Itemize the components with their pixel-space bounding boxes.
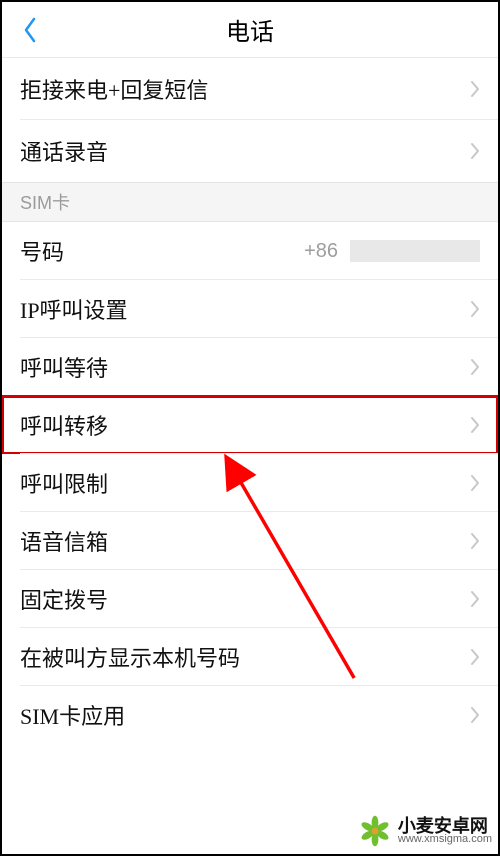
row-label: 呼叫限制: [20, 467, 108, 499]
chevron-left-icon: [22, 16, 38, 44]
chevron-right-icon: [470, 80, 480, 98]
row-label: 通话录音: [20, 135, 108, 167]
row-call-barring[interactable]: 呼叫限制: [2, 454, 498, 512]
chevron-right-icon: [470, 416, 480, 434]
row-call-forwarding[interactable]: 呼叫转移: [2, 396, 498, 454]
back-button[interactable]: [10, 2, 50, 58]
row-reject-reply-sms[interactable]: 拒接来电+回复短信: [2, 58, 498, 120]
row-label: 呼叫转移: [20, 409, 108, 441]
settings-list: 拒接来电+回复短信 通话录音 SIM卡 号码 +86 IP呼叫设置: [2, 58, 498, 854]
row-sim-applications[interactable]: SIM卡应用: [2, 686, 498, 744]
row-voicemail[interactable]: 语音信箱: [2, 512, 498, 570]
row-value-prefix: +86: [304, 240, 338, 263]
page-title: 电话: [226, 12, 274, 47]
row-call-waiting[interactable]: 呼叫等待: [2, 338, 498, 396]
row-label: SIM卡应用: [20, 699, 125, 731]
row-label: 在被叫方显示本机号码: [20, 641, 240, 673]
watermark: 小麦安卓网 www.xmsigma.com: [358, 814, 492, 848]
chevron-right-icon: [470, 590, 480, 608]
chevron-right-icon: [470, 706, 480, 724]
section-label: SIM卡: [20, 189, 70, 215]
chevron-right-icon: [470, 474, 480, 492]
row-label: 号码: [20, 235, 64, 267]
chevron-right-icon: [470, 358, 480, 376]
chevron-right-icon: [470, 142, 480, 160]
row-show-my-number[interactable]: 在被叫方显示本机号码: [2, 628, 498, 686]
row-label: 拒接来电+回复短信: [20, 73, 208, 105]
chevron-right-icon: [470, 300, 480, 318]
section-header-sim: SIM卡: [2, 182, 498, 222]
row-value-area: +86: [304, 240, 480, 263]
row-ip-call-settings[interactable]: IP呼叫设置: [2, 280, 498, 338]
row-label: 固定拨号: [20, 583, 108, 615]
chevron-right-icon: [470, 532, 480, 550]
row-fixed-dialing[interactable]: 固定拨号: [2, 570, 498, 628]
masked-number: [350, 240, 480, 262]
row-label: 语音信箱: [20, 525, 108, 557]
settings-screen: 电话 拒接来电+回复短信 通话录音 SIM卡 号码 +86 IP呼叫设置: [2, 2, 498, 854]
row-call-recording[interactable]: 通话录音: [2, 120, 498, 182]
row-label: IP呼叫设置: [20, 293, 128, 325]
row-phone-number[interactable]: 号码 +86: [2, 222, 498, 280]
watermark-logo-icon: [358, 814, 392, 848]
row-label: 呼叫等待: [20, 351, 108, 383]
chevron-right-icon: [470, 648, 480, 666]
header-bar: 电话: [2, 2, 498, 58]
watermark-url: www.xmsigma.com: [398, 834, 492, 845]
